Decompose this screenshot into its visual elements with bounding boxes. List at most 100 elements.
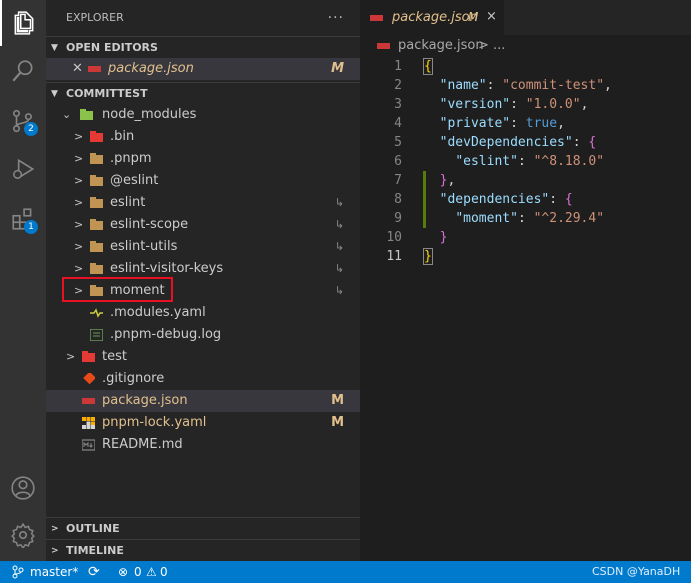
modified-badge: M bbox=[331, 393, 344, 408]
timeline-label: TIMELINE bbox=[66, 544, 124, 557]
code-line: "dependencies": { bbox=[439, 192, 573, 207]
close-icon[interactable]: ✕ bbox=[72, 58, 83, 80]
tree-item-pnpm-debug-log[interactable]: .pnpm-debug.log bbox=[46, 324, 360, 346]
code-line: "moment": "^2.29.4" bbox=[455, 211, 605, 226]
folder-icon bbox=[90, 219, 103, 230]
symlink-icon: ↳ bbox=[334, 262, 344, 275]
warning-icon: ⚠ bbox=[146, 565, 157, 579]
tree-item-gitignore[interactable]: .gitignore bbox=[46, 368, 360, 390]
line-number: 11 bbox=[386, 249, 402, 264]
tree-item-pnpm-lock[interactable]: pnpm-lock.yaml M bbox=[46, 412, 360, 434]
markdown-file-icon bbox=[82, 439, 95, 451]
breadcrumb-file[interactable]: package.json bbox=[398, 35, 484, 57]
open-editor-label: package.json bbox=[108, 61, 194, 76]
chevron-right-icon: > bbox=[74, 152, 84, 165]
tree-label: .pnpm-debug.log bbox=[110, 327, 222, 342]
chevron-right-icon: > bbox=[74, 240, 84, 253]
open-editors-label: OPEN EDITORS bbox=[66, 41, 158, 54]
tree-label: test bbox=[102, 349, 127, 364]
error-count[interactable]: 0 bbox=[134, 561, 142, 583]
branch-icon bbox=[12, 565, 24, 579]
extensions-icon[interactable]: 1 bbox=[0, 196, 46, 242]
npm-file-icon bbox=[82, 398, 95, 404]
code-line: } bbox=[439, 230, 448, 245]
tree-item-eslint-scope[interactable]: > eslint-scope ↳ bbox=[46, 214, 360, 236]
code-line: "devDependencies": { bbox=[439, 135, 597, 150]
scm-badge: 2 bbox=[24, 122, 38, 136]
more-actions-icon[interactable]: ··· bbox=[328, 0, 344, 36]
line-number: 6 bbox=[394, 154, 402, 169]
tree-item-test[interactable]: > test bbox=[46, 346, 360, 368]
modified-badge: M bbox=[331, 61, 344, 76]
tree-label: eslint-scope bbox=[110, 217, 189, 232]
tree-item-eslint-utils[interactable]: > eslint-utils ↳ bbox=[46, 236, 360, 258]
tree-item-modules-yaml[interactable]: .modules.yaml bbox=[46, 302, 360, 324]
chevron-down-icon: ▼ bbox=[51, 43, 58, 53]
test-folder-icon bbox=[82, 351, 95, 362]
tree-item-eslint[interactable]: > eslint ↳ bbox=[46, 192, 360, 214]
tree-label: eslint bbox=[110, 195, 146, 210]
sync-icon[interactable]: ⟳ bbox=[88, 561, 100, 583]
tree-label: README.md bbox=[102, 437, 183, 452]
code-line: }, bbox=[439, 173, 456, 188]
open-editors-section[interactable]: ▼ OPEN EDITORS bbox=[46, 36, 360, 58]
tab-label: package.json bbox=[392, 10, 478, 25]
line-number: 1 bbox=[394, 59, 402, 74]
tree-item-node-modules[interactable]: ⌄ node_modules bbox=[46, 104, 360, 126]
tree-item-readme[interactable]: README.md bbox=[46, 434, 360, 456]
outline-section[interactable]: > OUTLINE bbox=[46, 517, 360, 539]
project-section[interactable]: ▼ COMMITTEST bbox=[46, 82, 360, 104]
project-label: COMMITTEST bbox=[66, 87, 148, 100]
tree-item-package-json[interactable]: package.json M bbox=[46, 390, 360, 412]
timeline-section[interactable]: > TIMELINE bbox=[46, 539, 360, 561]
error-icon: ⊗ bbox=[118, 565, 129, 579]
tree-label: .modules.yaml bbox=[110, 305, 206, 320]
chevron-right-icon: > bbox=[74, 174, 84, 187]
symlink-icon: ↳ bbox=[334, 218, 344, 231]
folder-icon bbox=[90, 241, 103, 252]
search-icon[interactable] bbox=[0, 48, 46, 94]
line-number: 8 bbox=[394, 192, 402, 207]
source-control-icon[interactable]: 2 bbox=[0, 98, 46, 144]
symlink-icon: ↳ bbox=[334, 240, 344, 253]
symlink-icon: ↳ bbox=[334, 196, 344, 209]
editor-area: package.json M × package.json > ... 1 2 … bbox=[360, 0, 691, 561]
code-line: } bbox=[423, 248, 433, 265]
tab-package-json[interactable]: package.json M × bbox=[360, 0, 504, 35]
modified-badge: M bbox=[331, 415, 344, 430]
status-bar: master* ⟳ ⊗ 0 ⚠ 0 CSDN @YanaDH bbox=[0, 561, 691, 583]
symlink-icon: ↳ bbox=[334, 284, 344, 297]
tree-item-bin[interactable]: > .bin bbox=[46, 126, 360, 148]
extensions-badge: 1 bbox=[24, 220, 38, 234]
tree-label: .pnpm bbox=[110, 151, 152, 166]
breadcrumb-rest[interactable]: > ... bbox=[478, 35, 505, 57]
tree-label: .gitignore bbox=[102, 371, 165, 386]
line-number: 2 bbox=[394, 78, 402, 93]
chevron-right-icon: > bbox=[74, 218, 84, 231]
breadcrumb: package.json > ... bbox=[360, 35, 691, 57]
tree-item-eslint-scope-pkg[interactable]: > @eslint bbox=[46, 170, 360, 192]
explorer-icon[interactable] bbox=[0, 0, 46, 46]
git-file-icon bbox=[83, 373, 95, 385]
tree-label: package.json bbox=[102, 393, 188, 408]
chevron-right-icon: > bbox=[51, 546, 59, 556]
tree-item-pnpm-folder[interactable]: > .pnpm bbox=[46, 148, 360, 170]
account-icon[interactable] bbox=[0, 465, 46, 511]
code-line: "version": "1.0.0", bbox=[439, 97, 589, 112]
warning-count[interactable]: 0 bbox=[160, 561, 168, 583]
line-number: 5 bbox=[394, 135, 402, 150]
tree-label: pnpm-lock.yaml bbox=[102, 415, 207, 430]
branch-label[interactable]: master* bbox=[30, 561, 78, 583]
explorer-title-bar: EXPLORER ··· bbox=[46, 0, 360, 36]
npm-file-icon bbox=[88, 66, 101, 72]
settings-gear-icon[interactable] bbox=[0, 512, 46, 558]
npm-file-icon bbox=[370, 15, 383, 21]
close-icon[interactable]: × bbox=[486, 9, 497, 24]
folder-icon bbox=[90, 263, 103, 274]
run-debug-icon[interactable] bbox=[0, 146, 46, 192]
folder-icon bbox=[90, 175, 103, 186]
outline-label: OUTLINE bbox=[66, 522, 120, 535]
highlight-box bbox=[62, 277, 173, 302]
tree-label: eslint-utils bbox=[110, 239, 178, 254]
open-editor-item[interactable]: ✕ package.json M bbox=[46, 58, 360, 80]
